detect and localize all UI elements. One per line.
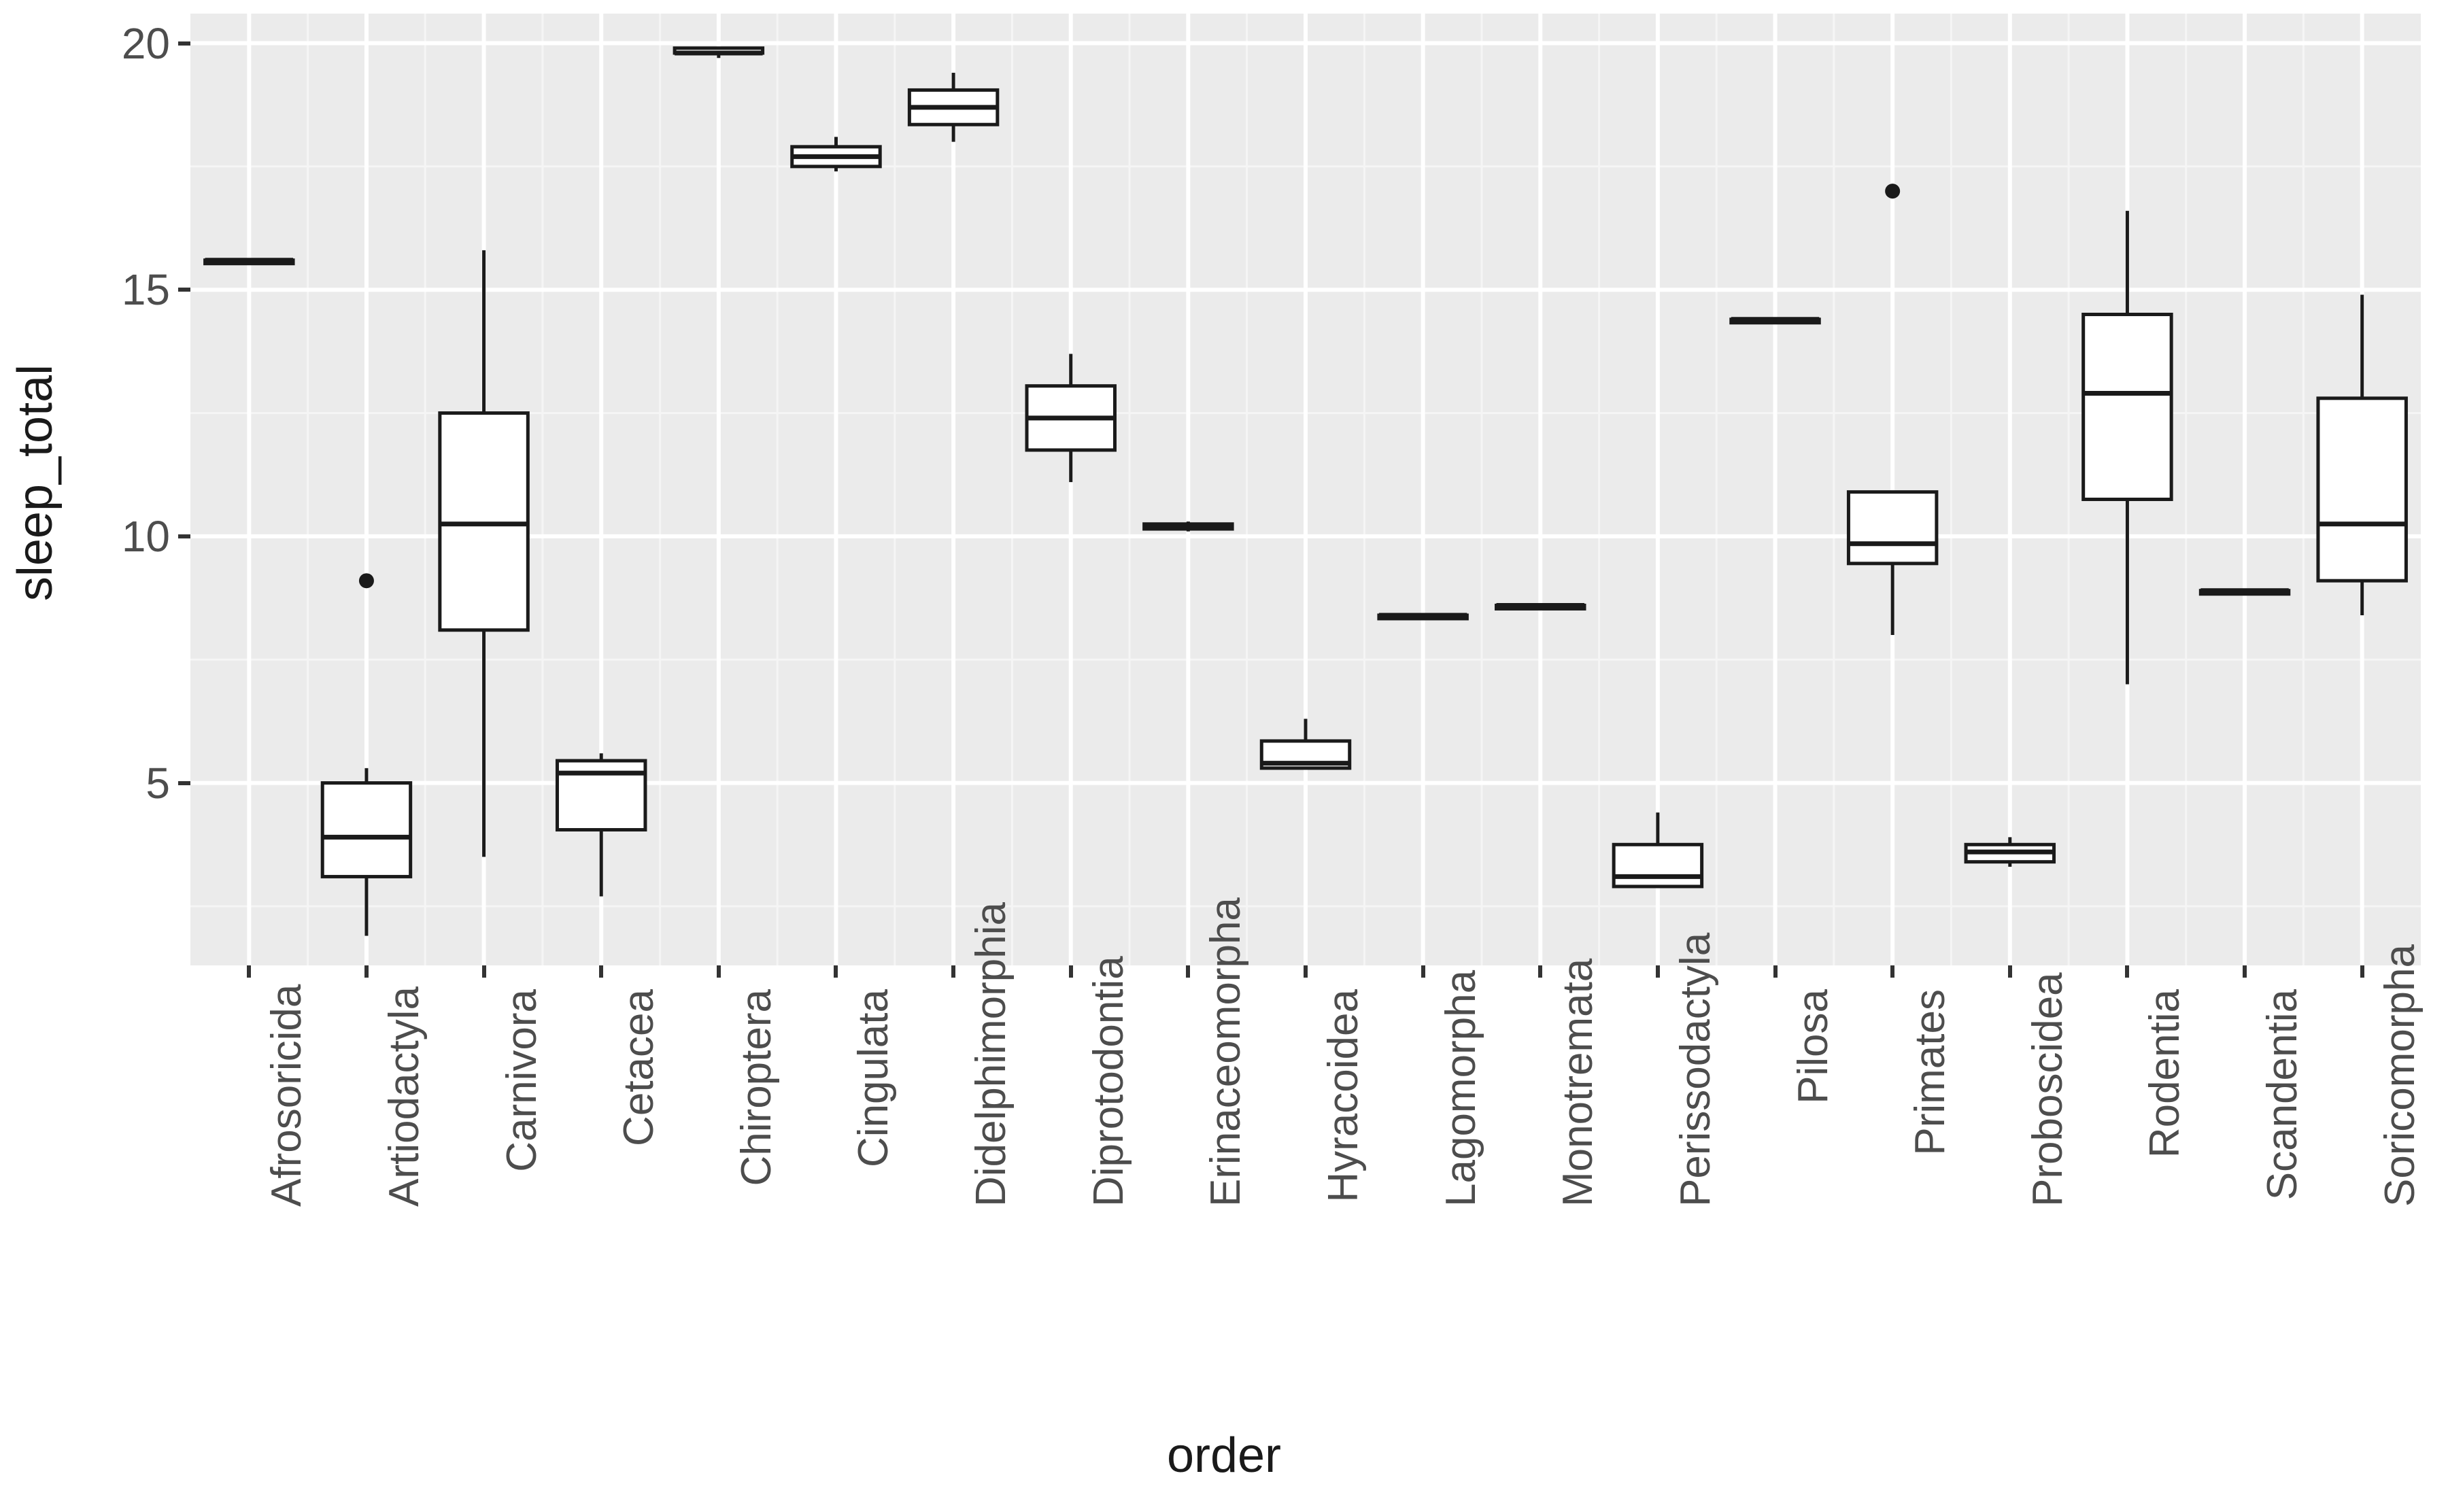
x-tick-label: Soricomorpha <box>2376 989 2424 1207</box>
y-tick-label: 10 <box>88 511 170 562</box>
x-tick-mark <box>951 965 955 978</box>
x-tick-mark <box>2008 965 2012 978</box>
x-tick-label: Primates <box>1906 989 1954 1207</box>
x-tick-label: Perissodactyla <box>1671 989 1720 1207</box>
x-tick-label: Proboscidea <box>2024 989 2072 1207</box>
x-tick-label: Cingulata <box>849 989 898 1207</box>
x-tick-label: Diprotodontia <box>1085 989 1133 1207</box>
x-tick-label: Afrosoricida <box>262 989 311 1207</box>
x-tick-mark <box>247 965 251 978</box>
x-tick-mark <box>2243 965 2247 978</box>
x-tick-mark <box>2360 965 2364 978</box>
y-axis-title: sleep_total <box>8 0 63 965</box>
x-axis-title-text: order <box>1167 1428 1281 1483</box>
x-tick-label: Artiodactyla <box>380 989 428 1207</box>
y-axis-title-text: sleep_total <box>7 364 63 601</box>
x-tick-mark <box>2125 965 2129 978</box>
y-tick-mark <box>178 288 190 292</box>
y-tick-label: 15 <box>88 264 170 315</box>
plot-panel <box>190 14 2421 965</box>
x-tick-label: Monotremata <box>1554 989 1602 1207</box>
boxplot-chart: sleep_total order 5 10 15 20 Afrosoricida Art… <box>0 0 2448 1512</box>
x-tick-mark <box>1421 965 1425 978</box>
y-tick-mark <box>178 41 190 46</box>
x-tick-label: Scandentia <box>2258 989 2307 1207</box>
x-tick-mark <box>1304 965 1308 978</box>
x-tick-mark <box>1069 965 1073 978</box>
x-tick-mark <box>364 965 369 978</box>
x-axis-title: order <box>0 1428 2448 1483</box>
x-tick-mark <box>1538 965 1542 978</box>
y-tick-mark <box>178 534 190 538</box>
x-tick-label: Pilosa <box>1789 989 1837 1207</box>
x-tick-label: Rodentia <box>2141 989 2189 1207</box>
y-tick-mark <box>178 781 190 785</box>
x-tick-label: Chiroptera <box>732 989 781 1207</box>
y-tick-label: 5 <box>88 758 170 808</box>
x-tick-label: Didelphimorphia <box>967 989 1015 1207</box>
x-tick-mark <box>1186 965 1190 978</box>
x-tick-label: Cetacea <box>615 989 663 1207</box>
x-tick-mark <box>717 965 721 978</box>
x-tick-label: Carnivora <box>498 989 546 1207</box>
x-tick-mark <box>1656 965 1660 978</box>
x-tick-label: Hyracoidea <box>1319 989 1367 1207</box>
x-tick-label: Erinaceomorpha <box>1202 989 1250 1207</box>
x-tick-mark <box>599 965 603 978</box>
x-tick-mark <box>1890 965 1894 978</box>
x-tick-mark <box>834 965 838 978</box>
x-tick-mark <box>1773 965 1778 978</box>
x-tick-mark <box>482 965 486 978</box>
x-tick-label: Lagomorpha <box>1437 989 1485 1207</box>
y-tick-label: 20 <box>88 18 170 69</box>
